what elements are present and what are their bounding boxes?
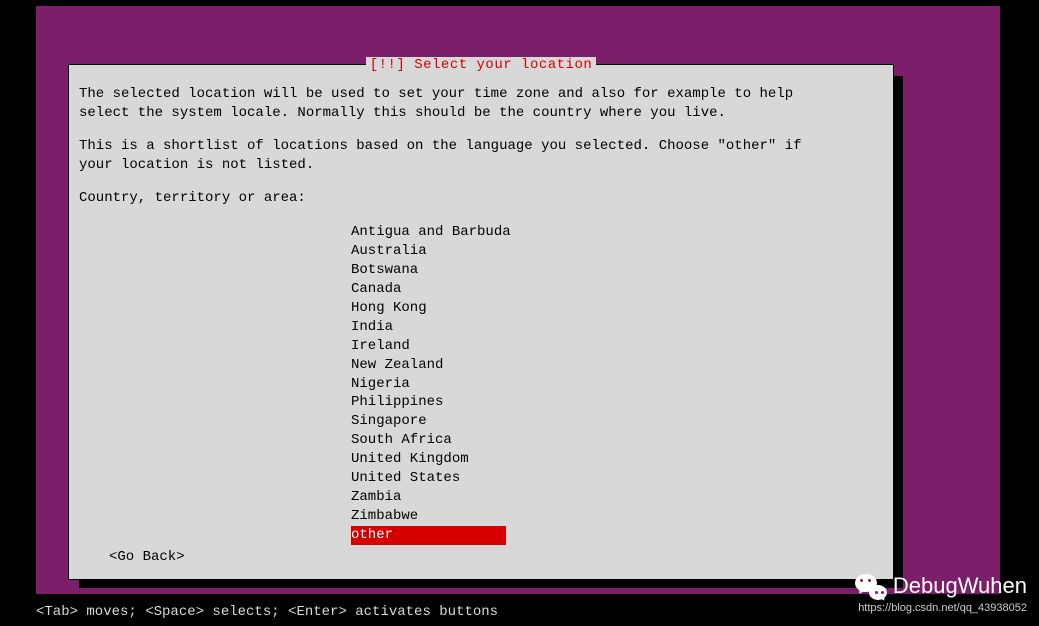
intro-paragraph-2: This is a shortlist of locations based o… [79,137,883,175]
location-option[interactable]: South Africa [351,431,506,450]
location-option[interactable]: United Kingdom [351,450,506,469]
go-back-button[interactable]: <Go Back> [109,549,185,565]
location-option[interactable]: New Zealand [351,356,506,375]
location-option[interactable]: Australia [351,242,506,261]
intro-paragraph-1: The selected location will be used to se… [79,85,883,123]
location-list[interactable]: Antigua and BarbudaAustraliaBotswanaCana… [351,223,883,544]
location-option[interactable]: Canada [351,280,506,299]
location-option[interactable]: Ireland [351,337,506,356]
location-option[interactable]: Philippines [351,393,506,412]
location-option[interactable]: India [351,318,506,337]
watermark-name: DebugWuhen [893,573,1027,599]
wechat-icon [855,572,887,600]
dialog-title: [!!] Select your location [366,57,597,73]
dialog-title-wrap: [!!] Select your location [69,57,893,73]
location-option[interactable]: Hong Kong [351,299,506,318]
location-option[interactable]: Nigeria [351,375,506,394]
location-option[interactable]: United States [351,469,506,488]
prompt-label: Country, territory or area: [79,189,883,208]
dialog-content: The selected location will be used to se… [69,65,893,555]
watermark-url: https://blog.csdn.net/qq_43938052 [855,602,1027,614]
location-option[interactable]: Singapore [351,412,506,431]
location-option[interactable]: Zimbabwe [351,507,506,526]
location-dialog: [!!] Select your location The selected l… [68,64,894,580]
location-option[interactable]: Zambia [351,488,506,507]
watermark: DebugWuhen https://blog.csdn.net/qq_4393… [855,572,1027,614]
location-option[interactable]: other [351,526,506,545]
location-option[interactable]: Botswana [351,261,506,280]
keyboard-hint: <Tab> moves; <Space> selects; <Enter> ac… [36,604,498,620]
location-option[interactable]: Antigua and Barbuda [351,223,506,242]
